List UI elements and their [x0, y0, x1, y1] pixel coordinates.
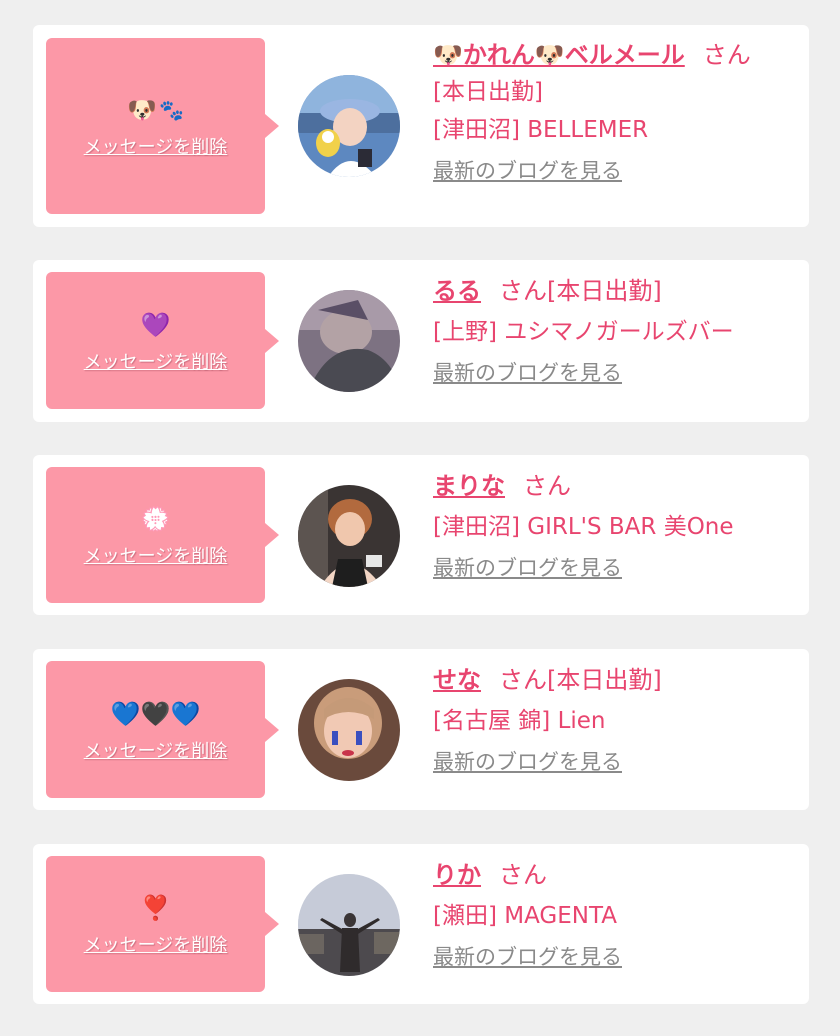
latest-blog-link[interactable]: 最新のブログを見る	[433, 359, 622, 387]
latest-blog-link[interactable]: 最新のブログを見る	[433, 157, 622, 185]
honorific: さん	[499, 861, 547, 889]
latest-blog-link[interactable]: 最新のブログを見る	[433, 554, 622, 582]
honorific: さん	[499, 277, 547, 305]
avatar[interactable]	[298, 874, 400, 976]
girl-name-link[interactable]: りか	[433, 861, 481, 889]
shop-name: [上野] ユシマノガールズバー	[433, 319, 734, 345]
shop-name: [津田沼] BELLEMER	[433, 117, 649, 143]
status-badge: [本日出勤]	[547, 666, 662, 694]
shop-name: [瀬田] MAGENTA	[433, 903, 617, 929]
delete-message-link[interactable]: メッセージを削除	[84, 348, 228, 374]
avatar[interactable]	[298, 679, 400, 781]
list-item: 💙🖤💙 メッセージを削除 せな さん[本日出勤] [名古屋 錦] Lien 最新の…	[33, 649, 809, 810]
list-item: 💮 メッセージを削除 まりな さん [津田沼] GIRL'S BAR 美One 最…	[33, 455, 809, 615]
honorific: さん	[499, 666, 547, 694]
list-item: 🐶 🐾 メッセージを削除 🐶かれん🐶ベルメール さん [本日出勤] [津田沼] …	[33, 25, 809, 227]
avatar[interactable]	[298, 75, 400, 177]
girl-info: るる さん[本日出勤] [上野] ユシマノガールズバー 最新のブログを見る	[433, 275, 799, 387]
status-badge: [本日出勤]	[433, 79, 543, 105]
delete-message-link[interactable]: メッセージを削除	[84, 931, 228, 957]
heart-exclamation-icon: ❣️	[140, 894, 171, 922]
delete-message-link[interactable]: メッセージを削除	[84, 133, 228, 159]
shop-name: [津田沼] GIRL'S BAR 美One	[433, 514, 734, 540]
girl-info: まりな さん [津田沼] GIRL'S BAR 美One 最新のブログを見る	[433, 470, 799, 582]
girl-info: 🐶かれん🐶ベルメール さん [本日出勤] [津田沼] BELLEMER 最新のブロ…	[433, 39, 799, 185]
delete-message-link[interactable]: メッセージを削除	[84, 542, 228, 568]
honorific: さん	[523, 472, 571, 500]
girl-name-link[interactable]: 🐶かれん🐶ベルメール	[433, 41, 685, 69]
hearts-icon: 💙🖤💙	[110, 699, 201, 728]
list-item: ❣️ メッセージを削除 りか さん [瀬田] MAGENTA 最新のブログを見る	[33, 844, 809, 1004]
delete-message-panel[interactable]: ❣️ メッセージを削除	[46, 856, 279, 992]
user-emoji-icon: 🐶 🐾	[127, 96, 184, 124]
girl-name-link[interactable]: まりな	[433, 472, 505, 500]
purple-heart-icon: 💜	[140, 310, 171, 339]
favorites-list: 🐶 🐾 メッセージを削除 🐶かれん🐶ベルメール さん [本日出勤] [津田沼] …	[0, 0, 840, 1036]
girl-name-link[interactable]: せな	[433, 666, 481, 694]
delete-message-panel[interactable]: 💮 メッセージを削除	[46, 467, 279, 603]
status-badge: [本日出勤]	[547, 277, 662, 305]
avatar[interactable]	[298, 485, 400, 587]
delete-message-panel[interactable]: 🐶 🐾 メッセージを削除	[46, 38, 279, 214]
latest-blog-link[interactable]: 最新のブログを見る	[433, 748, 622, 776]
girl-info: りか さん [瀬田] MAGENTA 最新のブログを見る	[433, 859, 799, 971]
list-item: 💜 メッセージを削除 るる さん[本日出勤] [上野] ユシマノガールズバー 最新…	[33, 260, 809, 422]
avatar[interactable]	[298, 290, 400, 392]
honorific: さん	[702, 41, 751, 69]
delete-message-link[interactable]: メッセージを削除	[84, 737, 228, 763]
white-flower-icon: 💮	[140, 505, 171, 533]
girl-info: せな さん[本日出勤] [名古屋 錦] Lien 最新のブログを見る	[433, 664, 799, 776]
latest-blog-link[interactable]: 最新のブログを見る	[433, 943, 622, 971]
delete-message-panel[interactable]: 💜 メッセージを削除	[46, 272, 279, 409]
shop-name: [名古屋 錦] Lien	[433, 708, 606, 734]
delete-message-panel[interactable]: 💙🖤💙 メッセージを削除	[46, 661, 279, 798]
girl-name-link[interactable]: るる	[433, 277, 481, 305]
